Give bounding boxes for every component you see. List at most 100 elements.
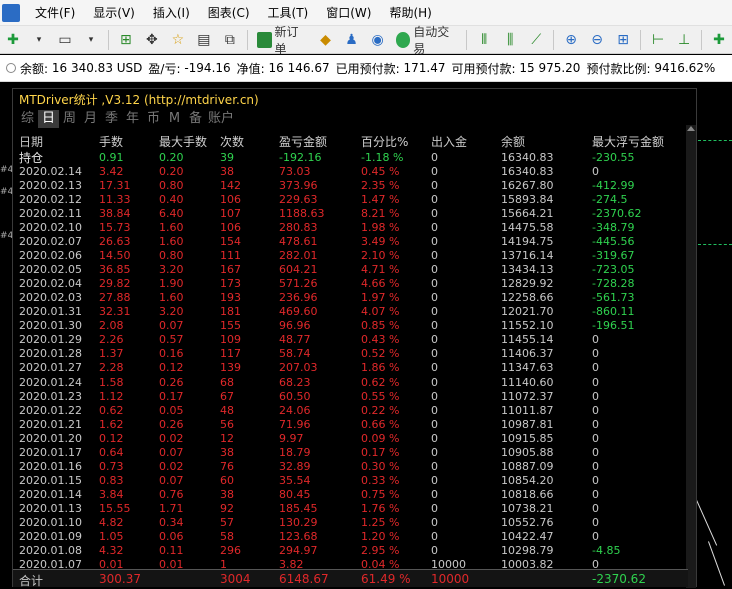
candlestick-icon[interactable]: ⫼: [499, 29, 521, 51]
tab-monthly[interactable]: 月: [80, 110, 101, 128]
table-row[interactable]: 2020.01.09 1.05 0.06 58 123.68 1.20 % 0 10422.4…: [13, 530, 698, 544]
bar-chart-icon[interactable]: ⫴: [473, 29, 495, 51]
table-row[interactable]: 2020.01.24 1.58 0.26 68 68.23 0.62 % 0 11140.60…: [13, 376, 698, 390]
balance-value: 16 340.83 USD: [51, 61, 143, 75]
table-row[interactable]: 2020.01.10 4.82 0.34 57 130.29 1.25 % 0 10552.7…: [13, 516, 698, 530]
margin-level-value: 9416.62%: [654, 61, 716, 75]
tab-weekly[interactable]: 周: [59, 110, 80, 128]
cell-max-drawdown: 0: [592, 501, 599, 515]
terminal-icon[interactable]: ▤: [193, 29, 215, 51]
table-row[interactable]: 2020.01.22 0.62 0.05 48 24.06 0.22 % 0 11011.87…: [13, 404, 698, 418]
cell-percent: 0.52 %: [361, 347, 400, 361]
col-balance[interactable]: 余额: [501, 133, 525, 150]
table-row[interactable]: 2020.02.05 36.85 3.20 167 604.21 4.71 % 0 13434…: [13, 263, 698, 277]
col-profit[interactable]: 盈亏金额: [279, 133, 327, 150]
zoom-in-icon[interactable]: ⊕: [560, 29, 582, 51]
account-info-icon: [6, 63, 16, 73]
cell-date: 2020.01.10: [19, 515, 82, 529]
table-row[interactable]: 2020.01.28 1.37 0.16 117 58.74 0.52 % 0 11406.3…: [13, 347, 698, 361]
cell-deposit: 0: [431, 473, 438, 487]
table-row[interactable]: 2020.01.13 15.55 1.71 92 185.45 1.76 % 0 10738.…: [13, 502, 698, 516]
table-row[interactable]: 2020.01.29 2.26 0.57 109 48.77 0.43 % 0 11455.1…: [13, 333, 698, 347]
market-watch-icon[interactable]: ⊞: [115, 29, 137, 51]
tab-account[interactable]: 账户: [206, 110, 236, 128]
col-max-drawdown[interactable]: 最大浮亏金额: [592, 133, 664, 150]
cell-max-drawdown: 0: [592, 165, 599, 179]
table-row[interactable]: 2020.01.27 2.28 0.12 139 207.03 1.86 % 0 11347.…: [13, 361, 698, 375]
cell-percent: 0.55 %: [361, 389, 400, 403]
cell-count: 109: [220, 333, 241, 347]
cell-balance: 13716.14: [501, 249, 554, 263]
position-percent: -1.18 %: [361, 151, 404, 164]
col-percent[interactable]: 百分比%: [361, 133, 408, 150]
tab-magic[interactable]: M: [164, 110, 185, 128]
profiles-icon[interactable]: ▭: [54, 29, 76, 51]
signals-icon[interactable]: ◉: [367, 29, 389, 51]
table-row[interactable]: 2020.02.04 29.82 1.90 173 571.26 4.66 % 0 12829…: [13, 277, 698, 291]
menu-window[interactable]: 窗口(W): [317, 0, 380, 26]
tab-quarterly[interactable]: 季: [101, 110, 122, 128]
cell-balance: 10854.20: [501, 473, 554, 487]
col-lots[interactable]: 手数: [99, 133, 123, 150]
line-chart-icon[interactable]: ⟋: [525, 29, 547, 51]
table-row[interactable]: 2020.02.10 15.73 1.60 106 280.83 1.98 % 0 14475…: [13, 221, 698, 235]
cell-max-drawdown: 0: [592, 445, 599, 459]
tab-notes[interactable]: 备: [185, 110, 206, 128]
table-row[interactable]: 2020.02.13 17.31 0.80 142 373.96 2.35 % 0 16267…: [13, 179, 698, 193]
table-row[interactable]: 2020.01.23 1.12 0.17 67 60.50 0.55 % 0 11072.37…: [13, 390, 698, 404]
tab-yearly[interactable]: 年: [122, 110, 143, 128]
table-row[interactable]: 2020.02.12 11.33 0.40 106 229.63 1.47 % 0 15893…: [13, 193, 698, 207]
cell-count: 68: [220, 375, 234, 389]
table-row[interactable]: 2020.01.15 0.83 0.07 60 35.54 0.33 % 0 10854.20…: [13, 474, 698, 488]
zoom-out-icon[interactable]: ⊖: [586, 29, 608, 51]
table-row[interactable]: 2020.01.16 0.73 0.02 76 32.89 0.30 % 0 10887.09…: [13, 460, 698, 474]
table-row[interactable]: 2020.01.08 4.32 0.11 296 294.97 2.95 % 0 10298.…: [13, 544, 698, 558]
cell-max-drawdown: 0: [592, 417, 599, 431]
favorites-icon[interactable]: ☆: [167, 29, 189, 51]
chart-shift-icon[interactable]: ⊢: [647, 29, 669, 51]
table-row[interactable]: 2020.02.11 38.84 6.40 107 1188.63 8.21 % 0 1566…: [13, 207, 698, 221]
table-row[interactable]: 2020.02.14 3.42 0.20 38 73.03 0.45 % 0 16340.83…: [13, 165, 698, 179]
tile-windows-icon[interactable]: ⊞: [612, 29, 634, 51]
cell-deposit: 0: [431, 193, 438, 207]
dropdown-arrow-icon[interactable]: ▾: [80, 29, 102, 51]
table-row[interactable]: 2020.02.06 14.50 0.80 111 282.01 2.10 % 0 13716…: [13, 249, 698, 263]
margin-level-label: 预付款比例:: [586, 61, 651, 76]
table-row[interactable]: 2020.01.21 1.62 0.26 56 71.96 0.66 % 0 10987.81…: [13, 418, 698, 432]
menu-insert[interactable]: 插入(I): [144, 0, 199, 26]
tab-summary[interactable]: 综: [17, 110, 38, 128]
table-row[interactable]: 2020.01.31 32.31 3.20 181 469.60 4.07 % 0 12021…: [13, 305, 698, 319]
table-row[interactable]: 2020.02.07 26.63 1.60 154 478.61 3.49 % 0 14194…: [13, 235, 698, 249]
table-row[interactable]: 2020.02.03 27.88 1.60 193 236.96 1.97 % 0 12258…: [13, 291, 698, 305]
table-row[interactable]: 2020.01.20 0.12 0.02 12 9.97 0.09 % 0 10915.85 0: [13, 432, 698, 446]
cell-date: 2020.02.05: [19, 263, 82, 277]
metaeditor-icon[interactable]: ◆: [315, 29, 337, 51]
scroll-up-icon[interactable]: [687, 126, 695, 131]
table-row[interactable]: 2020.01.17 0.64 0.07 38 18.79 0.17 % 0 10905.88…: [13, 446, 698, 460]
navigator-icon[interactable]: ✥: [141, 29, 163, 51]
auto-trading-button[interactable]: 自动交易: [393, 25, 461, 56]
auto-scroll-icon[interactable]: ⊥: [673, 29, 695, 51]
col-date[interactable]: 日期: [19, 133, 43, 150]
table-scrollbar[interactable]: [686, 125, 696, 588]
menu-charts[interactable]: 图表(C): [199, 0, 259, 26]
dropdown-arrow-icon[interactable]: ▾: [28, 29, 50, 51]
col-count[interactable]: 次数: [220, 133, 244, 150]
cell-max-drawdown: -196.51: [592, 319, 635, 333]
cell-percent: 3.49 %: [361, 235, 400, 249]
tab-currency[interactable]: 币: [143, 110, 164, 128]
table-row[interactable]: 2020.01.30 2.08 0.07 155 96.96 0.85 % 0 11552.1…: [13, 319, 698, 333]
menu-file[interactable]: 文件(F): [26, 0, 84, 26]
community-icon[interactable]: ♟: [341, 29, 363, 51]
tab-daily[interactable]: 日: [38, 110, 59, 128]
col-deposit[interactable]: 出入金: [431, 133, 467, 150]
menu-view[interactable]: 显示(V): [84, 0, 144, 26]
new-order-button[interactable]: 新订单: [254, 25, 311, 56]
cell-date: 2020.01.08: [19, 543, 82, 557]
cell-lots: 1.58: [99, 375, 124, 389]
table-row[interactable]: 2020.01.14 3.84 0.76 38 80.45 0.75 % 0 10818.66…: [13, 488, 698, 502]
indicators-icon[interactable]: ✚: [708, 29, 730, 51]
new-chart-icon[interactable]: ✚: [2, 29, 24, 51]
strategy-tester-icon[interactable]: ⧉: [219, 29, 241, 51]
col-max-lots[interactable]: 最大手数: [159, 133, 207, 150]
